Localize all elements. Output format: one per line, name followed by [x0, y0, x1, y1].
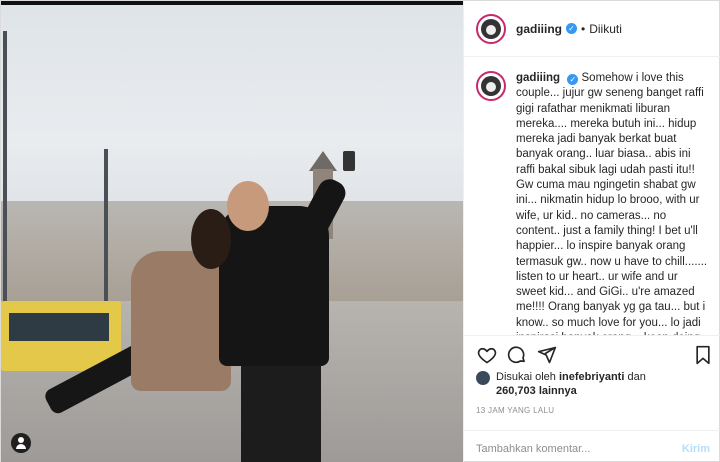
post-header: gadiiing ✓ • Diikuti [464, 1, 720, 57]
photo-man-head [227, 181, 269, 231]
verified-badge-icon: ✓ [567, 74, 579, 85]
comment-input[interactable] [476, 442, 682, 455]
avatar[interactable] [476, 371, 490, 385]
photo-tower-roof [309, 151, 337, 171]
liked-by-joiner: dan [627, 371, 646, 383]
verified-badge-icon: ✓ [566, 23, 577, 34]
comment-icon[interactable] [506, 344, 528, 366]
likes-text: Disukai oleh inefebriyanti dan 260,703 l… [496, 370, 646, 398]
liked-by-user-link[interactable]: inefebriyanti [559, 371, 624, 383]
heart-icon[interactable] [476, 344, 498, 366]
likes-suffix[interactable]: lainnya [539, 385, 577, 397]
photo-woman-head [191, 209, 231, 269]
post-timestamp[interactable]: 13 JAM YANG LALU [476, 406, 554, 415]
photo-phone [343, 151, 355, 171]
photo-woman-coat [131, 251, 231, 391]
likes-summary: Disukai oleh inefebriyanti dan 260,703 l… [476, 370, 716, 398]
user-tag-icon[interactable] [11, 433, 31, 453]
follow-status-button[interactable]: Diikuti [589, 22, 622, 36]
caption-username[interactable]: gadiiing [516, 72, 560, 84]
post-dialog: gadiiing ✓ • Diikuti gadiiing ✓ Somehow … [0, 0, 720, 462]
separator-dot: • [581, 21, 586, 36]
post-photo[interactable] [1, 1, 463, 462]
photo-bus-window [9, 313, 109, 341]
comment-form: Kirim [464, 430, 720, 462]
post-comment-button[interactable]: Kirim [682, 443, 710, 455]
header-username[interactable]: gadiiing [516, 22, 562, 36]
post-side-panel: gadiiing ✓ • Diikuti gadiiing ✓ Somehow … [463, 1, 720, 462]
avatar[interactable] [476, 13, 506, 44]
avatar[interactable] [476, 71, 506, 101]
photo-man-legs [241, 351, 321, 462]
photo-lamp-post [3, 31, 7, 331]
action-icons [476, 344, 714, 366]
caption-block: gadiiing ✓ Somehow i love this couple...… [464, 57, 720, 335]
caption-body: Somehow i love this couple... jujur gw s… [516, 72, 708, 335]
action-section: Disukai oleh inefebriyanti dan 260,703 l… [464, 335, 720, 462]
likes-count-link[interactable]: 260,703 [496, 385, 536, 397]
share-icon[interactable] [536, 344, 558, 366]
caption-text: gadiiing ✓ Somehow i love this couple...… [516, 71, 710, 335]
liked-by-prefix: Disukai oleh [496, 371, 556, 383]
bookmark-icon[interactable] [692, 344, 714, 366]
